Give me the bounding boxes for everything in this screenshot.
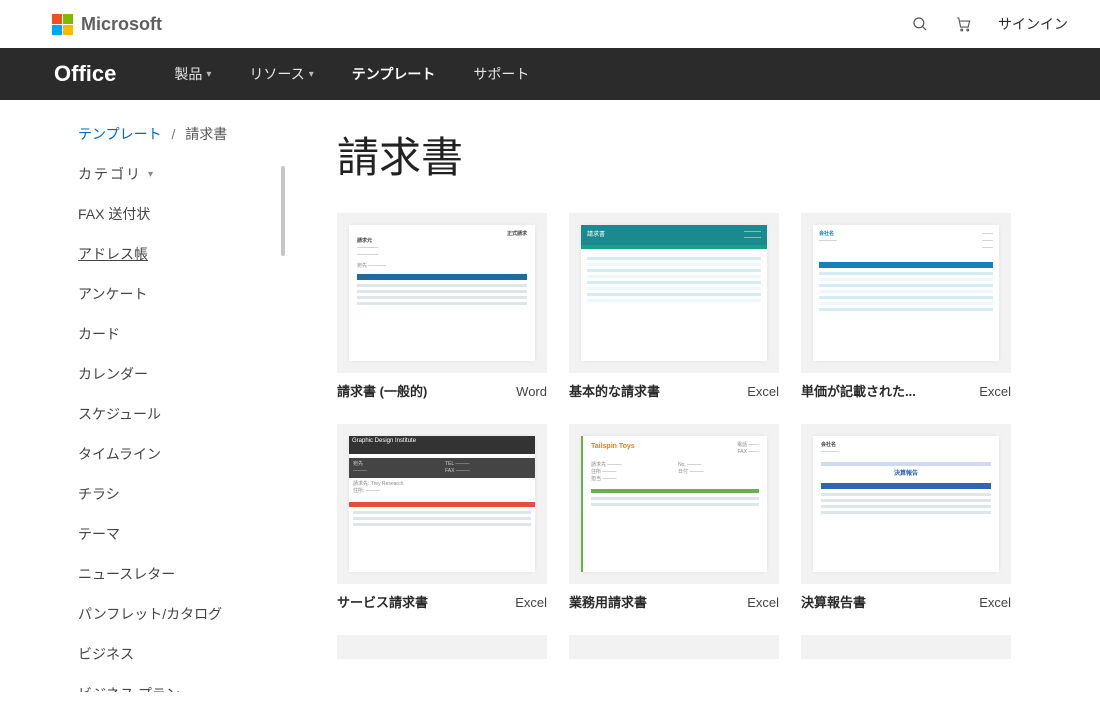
template-card[interactable]: Graphic Design Institute 宛先────TEL ────F… [337, 424, 547, 611]
template-thumbnail: 正式請求 請求元──────────── 宛先 ───── [337, 213, 547, 373]
category-item[interactable]: スケジュール [78, 394, 285, 434]
nav-item-templates[interactable]: テンプレート [352, 64, 436, 84]
category-item[interactable]: ビジネス プラン [78, 674, 285, 692]
scrollbar-thumb[interactable] [281, 166, 285, 256]
global-header: Microsoft サインイン [0, 0, 1100, 48]
template-title: 単価が記載された... [801, 381, 916, 400]
template-meta: 基本的な請求書 Excel [569, 381, 779, 400]
primary-nav: Office 製品 ▾ リソース ▾ テンプレート サポート [0, 48, 1100, 100]
category-item[interactable]: タイムライン [78, 434, 285, 474]
category-item[interactable]: チラシ [78, 474, 285, 514]
category-item[interactable]: ニュースレター [78, 554, 285, 594]
main-content: 請求書 正式請求 請求元──────────── 宛先 ───── 請求書 (一… [285, 100, 1100, 703]
template-app: Word [516, 384, 547, 399]
chevron-down-icon: ▾ [148, 169, 155, 180]
template-meta: 決算報告書 Excel [801, 592, 1011, 611]
template-card[interactable] [569, 635, 779, 659]
template-grid: 正式請求 請求元──────────── 宛先 ───── 請求書 (一般的) … [337, 213, 1070, 659]
office-brand[interactable]: Office [54, 61, 116, 87]
nav-label: サポート [473, 64, 529, 84]
template-title: 決算報告書 [801, 592, 866, 611]
template-thumbnail [801, 635, 1011, 659]
breadcrumb: テンプレート / 請求書 [78, 124, 285, 144]
nav-label: 製品 [174, 64, 202, 84]
template-app: Excel [979, 595, 1011, 610]
breadcrumb-separator: / [171, 126, 175, 142]
template-thumbnail: Graphic Design Institute 宛先────TEL ────F… [337, 424, 547, 584]
breadcrumb-current: 請求書 [185, 126, 227, 142]
template-card[interactable]: 正式請求 請求元──────────── 宛先 ───── 請求書 (一般的) … [337, 213, 547, 400]
template-card[interactable] [801, 635, 1011, 659]
sign-in-link[interactable]: サインイン [998, 14, 1068, 34]
template-title: サービス請求書 [337, 592, 428, 611]
microsoft-brand[interactable]: Microsoft [52, 14, 162, 35]
category-item[interactable]: カード [78, 314, 285, 354]
template-meta: 単価が記載された... Excel [801, 381, 1011, 400]
template-title: 請求書 (一般的) [337, 381, 427, 400]
category-header-label: カテゴリ [78, 164, 142, 184]
chevron-down-icon: ▾ [309, 69, 314, 80]
template-meta: サービス請求書 Excel [337, 592, 547, 611]
left-sidebar: テンプレート / 請求書 カテゴリ ▾ FAX 送付状 アドレス帳 アンケート カ… [0, 100, 285, 703]
category-item[interactable]: カレンダー [78, 354, 285, 394]
template-card[interactable] [337, 635, 547, 659]
breadcrumb-link[interactable]: テンプレート [78, 126, 162, 142]
nav-item-resources[interactable]: リソース ▾ [249, 64, 313, 84]
template-thumbnail: 請求書──────── [569, 213, 779, 373]
template-card[interactable]: Tailspin Toys電話 ───FAX ─── 請求先 ────住所 ──… [569, 424, 779, 611]
nav-item-products[interactable]: 製品 ▾ [174, 64, 211, 84]
brand-name: Microsoft [81, 14, 162, 35]
template-app: Excel [747, 384, 779, 399]
template-card[interactable]: 請求書──────── 基本的な請求書 Excel [569, 213, 779, 400]
category-item[interactable]: アンケート [78, 274, 285, 314]
template-app: Excel [515, 595, 547, 610]
template-app: Excel [979, 384, 1011, 399]
search-icon[interactable] [910, 14, 930, 34]
thumb-heading: Tailspin Toys [591, 443, 635, 450]
chevron-down-icon: ▾ [206, 69, 211, 80]
category-list-scroll: カテゴリ ▾ FAX 送付状 アドレス帳 アンケート カード カレンダー スケジュ… [78, 162, 285, 692]
template-meta: 請求書 (一般的) Word [337, 381, 547, 400]
category-header[interactable]: カテゴリ ▾ [78, 162, 285, 194]
category-list: カテゴリ ▾ FAX 送付状 アドレス帳 アンケート カード カレンダー スケジュ… [78, 162, 285, 692]
category-item[interactable]: FAX 送付状 [78, 194, 285, 234]
header-right: サインイン [910, 14, 1068, 34]
template-card[interactable]: 会社名────────────── 単価が記載された... Excel [801, 213, 1011, 400]
template-thumbnail [337, 635, 547, 659]
category-item[interactable]: アドレス帳 [78, 234, 285, 274]
cart-icon[interactable] [954, 14, 974, 34]
thumb-heading: Graphic Design Institute [352, 438, 416, 444]
template-title: 業務用請求書 [569, 592, 647, 611]
template-title: 基本的な請求書 [569, 381, 660, 400]
category-item[interactable]: パンフレット/カタログ [78, 594, 285, 634]
nav-item-support[interactable]: サポート [473, 64, 529, 84]
template-meta: 業務用請求書 Excel [569, 592, 779, 611]
microsoft-logo-icon [52, 14, 73, 35]
nav-label: リソース [249, 64, 304, 84]
template-thumbnail: 会社名────────────── [801, 213, 1011, 373]
category-item[interactable]: テーマ [78, 514, 285, 554]
template-thumbnail: Tailspin Toys電話 ───FAX ─── 請求先 ────住所 ──… [569, 424, 779, 584]
template-card[interactable]: 会社名───── 決算報告 決算報告書 Excel [801, 424, 1011, 611]
category-item[interactable]: ビジネス [78, 634, 285, 674]
template-thumbnail: 会社名───── 決算報告 [801, 424, 1011, 584]
page-body: テンプレート / 請求書 カテゴリ ▾ FAX 送付状 アドレス帳 アンケート カ… [0, 100, 1100, 703]
template-app: Excel [747, 595, 779, 610]
nav-label: テンプレート [352, 64, 436, 84]
page-title: 請求書 [337, 124, 1070, 185]
template-thumbnail [569, 635, 779, 659]
